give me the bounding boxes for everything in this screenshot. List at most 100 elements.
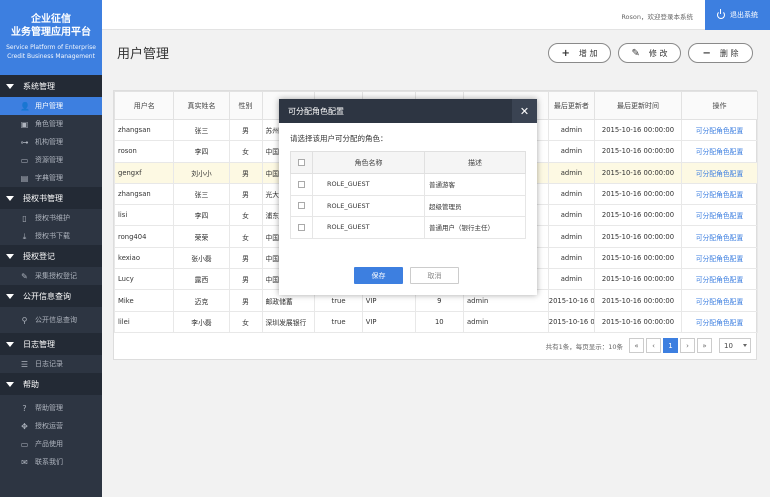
sidebar-section-help[interactable]: 帮助 (0, 373, 102, 395)
role-name: ROLE_GUEST (312, 194, 425, 217)
role-select-cell[interactable] (290, 216, 313, 239)
checkbox[interactable] (298, 159, 305, 166)
table-cell: 2015-10-16 00:00:00 (593, 268, 682, 291)
table-cell: 荣荣 (173, 225, 230, 248)
sidebar-item-help-manage[interactable]: ? 帮助管理 (0, 399, 102, 417)
assign-role-link[interactable]: 可分配角色配置 (680, 268, 759, 291)
col-actions: 操作 (680, 91, 759, 120)
col-updated-time[interactable]: 最后更新时间 (593, 91, 682, 120)
sidebar-section-public[interactable]: 公开信息查询 (0, 285, 102, 307)
user-icon: 👤 (20, 101, 30, 111)
book-icon: ▤ (20, 173, 29, 183)
col-realname[interactable]: 真实姓名 (173, 91, 230, 120)
table-cell: 2015-10-16 00:00:00 (593, 225, 682, 248)
sidebar-item-auth-download[interactable]: ⤓ 授权书下载 (0, 227, 102, 245)
role-select-cell[interactable] (290, 194, 313, 217)
sidebar-item-resources[interactable]: ▭ 资源管理 (0, 151, 102, 169)
sidebar-section-register[interactable]: 授权登记 (0, 245, 102, 267)
sidebar-item-auth-maintain[interactable]: ▯ 授权书维护 (0, 209, 102, 227)
table-cell: VIP (361, 310, 416, 333)
next-page-button[interactable]: › (680, 338, 695, 353)
sidebar-item-label: 公开信息查询 (35, 316, 77, 324)
folder-icon: ▭ (20, 155, 29, 165)
role-select-cell[interactable] (290, 173, 313, 196)
table-cell: 男 (228, 161, 263, 184)
chevron-down-icon (743, 344, 747, 347)
assign-role-link[interactable]: 可分配角色配置 (680, 289, 759, 312)
caret-down-icon (6, 381, 14, 387)
table-cell: 男 (228, 246, 263, 270)
sidebar-item-dictionary[interactable]: ▤ 字典管理 (0, 169, 102, 187)
sidebar-section-log[interactable]: 日志管理 (0, 333, 102, 355)
sidebar-item-log-record[interactable]: ☰ 日志记录 (0, 355, 102, 373)
cancel-button[interactable]: 取消 (410, 267, 459, 284)
col-updated-by[interactable]: 最后更新者 (547, 91, 595, 120)
role-row[interactable]: ROLE_GUEST 超级管理员 (290, 194, 526, 217)
sidebar-item-collect-register[interactable]: ✎ 采集授权登记 (0, 267, 102, 285)
table-cell: 2015-10-16 00:00:00 (593, 310, 682, 333)
role-table-header: 角色名称 描述 (290, 151, 526, 174)
assign-role-link[interactable]: 可分配角色配置 (680, 246, 759, 270)
sidebar-item-users[interactable]: 👤 用户管理 (0, 97, 102, 115)
table-cell: 刘小小 (173, 161, 230, 184)
brand-title-1: 企业征信 (31, 14, 71, 25)
table-cell: lisi (113, 204, 175, 227)
assign-role-link[interactable]: 可分配角色配置 (680, 140, 759, 163)
col-gender[interactable]: 性别 (228, 91, 263, 120)
section-label: 授权登记 (23, 251, 55, 261)
assign-role-link[interactable]: 可分配角色配置 (680, 310, 759, 333)
checkbox[interactable] (298, 202, 305, 210)
page-size-select[interactable]: 10 (719, 338, 751, 353)
table-cell: 2015-10-16 00:00:00 (547, 310, 595, 333)
assign-role-link[interactable]: 可分配角色配置 (680, 161, 759, 184)
assign-role-link[interactable]: 可分配角色配置 (680, 182, 759, 206)
sidebar-item-label: 日志记录 (35, 360, 63, 368)
table-cell: kexiao (113, 246, 175, 270)
sidebar-item-roles[interactable]: ▣ 角色管理 (0, 115, 102, 133)
monitor-icon: ▭ (20, 439, 29, 449)
table-cell: 女 (228, 225, 263, 248)
assign-role-link[interactable]: 可分配角色配置 (680, 204, 759, 227)
welcome-text: Roson，欢迎登录本系统 (621, 13, 693, 21)
logout-button[interactable]: 退出系统 (705, 0, 770, 30)
role-row[interactable]: ROLE_GUEST 普通游客 (290, 173, 526, 196)
assign-role-link[interactable]: 可分配角色配置 (680, 118, 759, 142)
table-cell: 深圳发展银行 (261, 310, 316, 333)
first-page-button[interactable]: « (629, 338, 644, 353)
sidebar-item-product-use[interactable]: ▭ 产品使用 (0, 435, 102, 453)
edit-button[interactable]: ✎ 修 改 (618, 43, 681, 63)
delete-button[interactable]: − 删 除 (688, 43, 753, 63)
page-1-button[interactable]: 1 (663, 338, 678, 353)
brand-logo: 企业征信 业务管理应用平台 Service Platform of Enterp… (0, 0, 102, 75)
sidebar-item-contact[interactable]: ✉ 联系我们 (0, 453, 102, 471)
section-label: 授权书管理 (23, 193, 63, 203)
role-name: ROLE_GUEST (312, 216, 425, 239)
add-button[interactable]: + 增 加 (548, 43, 611, 63)
checkbox[interactable] (298, 180, 305, 188)
pagination: 共有1条，每页显示：10条 « ‹ 1 › » 10 (113, 338, 757, 354)
table-cell: rong404 (113, 225, 175, 248)
assign-role-link[interactable]: 可分配角色配置 (680, 225, 759, 248)
close-icon[interactable]: ✕ (512, 99, 537, 123)
prev-page-button[interactable]: ‹ (646, 338, 661, 353)
list-icon: ☰ (20, 359, 29, 369)
role-config-dialog: 可分配角色配置 ✕ 请选择该用户可分配的角色： 角色名称 描述 ROLE_GUE… (279, 99, 537, 295)
save-button[interactable]: 保存 (354, 267, 403, 284)
sidebar-item-orgs[interactable]: ⊶ 机构管理 (0, 133, 102, 151)
col-username[interactable]: 用户名 (113, 91, 175, 120)
table-row[interactable]: lilei 李小磊女深圳发展银行 true VIP 10 admin 2015-10-16 … (113, 310, 759, 333)
sidebar-section-system[interactable]: 系统管理 (0, 75, 102, 97)
last-page-button[interactable]: » (697, 338, 712, 353)
sidebar-item-auth-ops[interactable]: ✥ 授权运营 (0, 417, 102, 435)
table-cell: 2015-10-16 00:00:00 (547, 289, 595, 312)
sidebar-item-public-query[interactable]: ⚲ 公开信息查询 (0, 311, 102, 329)
role-row[interactable]: ROLE_GUEST 普通用户（银行主任） (290, 216, 526, 239)
table-cell: zhangsan (113, 118, 175, 142)
checkbox[interactable] (298, 223, 305, 231)
sidebar-item-label: 资源管理 (35, 156, 63, 164)
sidebar-item-label: 联系我们 (35, 458, 63, 466)
table-cell: 李四 (173, 204, 230, 227)
select-all-checkbox[interactable] (290, 151, 313, 174)
sidebar-section-auth[interactable]: 授权书管理 (0, 187, 102, 209)
table-cell: admin (547, 182, 595, 206)
